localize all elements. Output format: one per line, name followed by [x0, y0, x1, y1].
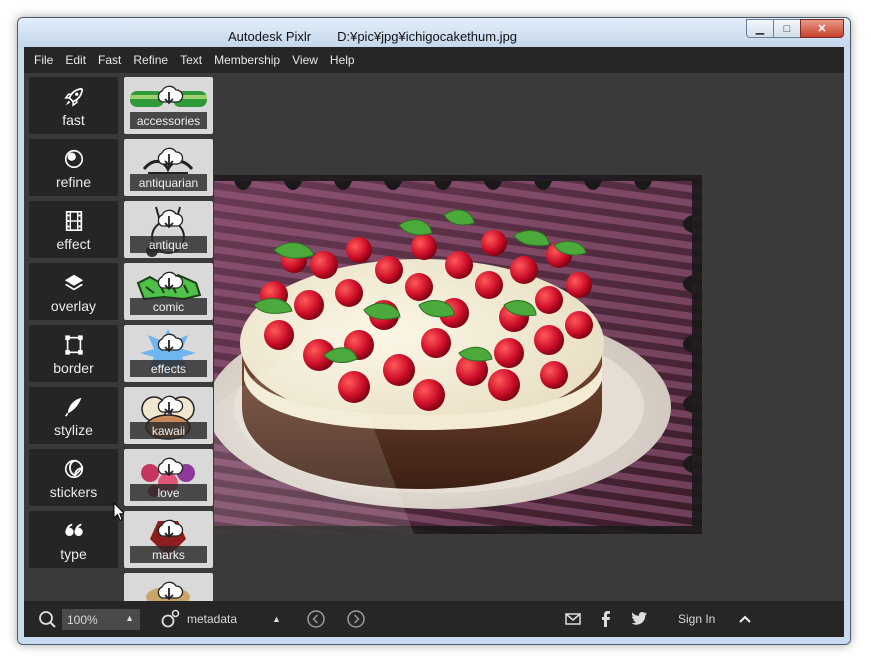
twitter-icon[interactable] — [630, 601, 648, 637]
sticker-pack-list: accessories antiquarian antique comic ef… — [124, 77, 213, 601]
sidebar-item-label: border — [53, 360, 94, 376]
sticker-icon — [64, 459, 83, 479]
cloud-download-icon — [157, 271, 184, 291]
mail-icon[interactable] — [564, 601, 582, 637]
minimize-button[interactable]: ▁ — [746, 19, 774, 38]
window-bottom-frame — [18, 637, 850, 644]
prev-circle-icon[interactable] — [306, 601, 326, 637]
sidebar-item-label: refine — [55, 174, 92, 190]
sidebar-item-effect[interactable]: effect — [29, 201, 118, 258]
menu-file[interactable]: File — [24, 53, 59, 67]
zoom-search-icon[interactable] — [38, 601, 56, 637]
metadata-icon[interactable] — [160, 601, 180, 637]
caret-up-icon: ▲ — [125, 613, 134, 623]
menu-help[interactable]: Help — [324, 53, 361, 67]
zoom-value: 100% — [67, 612, 98, 627]
layers-icon — [64, 274, 83, 291]
pack-label: marks — [130, 546, 207, 563]
next-circle-icon[interactable] — [346, 601, 366, 637]
pack-label: love — [130, 484, 207, 501]
cloud-download-icon — [157, 395, 184, 415]
menu-bar: File Edit Fast Refine Text Membership Vi… — [24, 47, 844, 73]
metadata-label[interactable]: metadata — [187, 601, 237, 637]
sidebar-item-label: stylize — [54, 422, 93, 438]
circles-icon — [64, 149, 83, 169]
sidebar-item-stickers[interactable]: stickers — [29, 449, 118, 506]
image-canvas[interactable] — [214, 175, 702, 534]
cloud-download-icon — [157, 85, 184, 105]
pack-label: comic — [130, 298, 207, 315]
close-button[interactable]: ✕ — [800, 19, 844, 38]
pack-label: accessories — [130, 112, 207, 129]
pack-marks[interactable]: marks — [124, 511, 213, 568]
sidebar-item-type[interactable]: type — [29, 511, 118, 568]
menu-view[interactable]: View — [286, 53, 324, 67]
pack-accessories[interactable]: accessories — [124, 77, 213, 134]
pack-label: antiquarian — [130, 174, 207, 191]
cloud-download-icon — [157, 209, 184, 229]
tool-sidebar: fast refine effect overlay border styliz… — [29, 77, 126, 573]
pack-label: kawaii — [130, 422, 207, 439]
menu-membership[interactable]: Membership — [208, 53, 286, 67]
border-frame-icon — [64, 335, 83, 355]
workspace: fast refine effect overlay border styliz… — [24, 73, 844, 601]
cloud-download-icon — [157, 581, 184, 601]
film-icon — [65, 211, 82, 231]
sidebar-item-label: overlay — [50, 298, 97, 314]
menu-fast[interactable]: Fast — [92, 53, 127, 67]
window-title: Autodesk Pixlr D:¥pic¥jpg¥ichigocakethum… — [228, 29, 518, 44]
feather-pen-icon — [64, 397, 81, 417]
pack-partial[interactable] — [124, 573, 213, 601]
cloud-download-icon — [157, 519, 184, 539]
sidebar-item-refine[interactable]: refine — [29, 139, 118, 196]
pack-antique[interactable]: antique — [124, 201, 213, 258]
caret-up-icon[interactable]: ▲ — [272, 601, 281, 637]
sidebar-item-border[interactable]: border — [29, 325, 118, 382]
rocket-icon — [63, 87, 83, 107]
cloud-download-icon — [157, 333, 184, 353]
pack-comic[interactable]: comic — [124, 263, 213, 320]
maximize-button[interactable]: □ — [773, 19, 801, 38]
menu-edit[interactable]: Edit — [59, 53, 92, 67]
sidebar-item-fast[interactable]: fast — [29, 77, 118, 134]
sidebar-item-label: effect — [56, 236, 91, 252]
menu-text[interactable]: Text — [174, 53, 208, 67]
cake-photo — [214, 175, 702, 534]
sidebar-item-label: fast — [62, 112, 85, 128]
sidebar-item-stylize[interactable]: stylize — [29, 387, 118, 444]
sign-in-link[interactable]: Sign In — [678, 601, 715, 637]
sidebar-item-overlay[interactable]: overlay — [29, 263, 118, 320]
menu-refine[interactable]: Refine — [127, 53, 174, 67]
pack-effects[interactable]: effects — [124, 325, 213, 382]
cloud-download-icon — [157, 457, 184, 477]
pack-label: antique — [130, 236, 207, 253]
status-bar: 100% ▲ metadata ▲ Sign In — [24, 601, 844, 637]
pack-love[interactable]: love — [124, 449, 213, 506]
zoom-select[interactable]: 100% ▲ — [62, 609, 140, 630]
title-bar[interactable]: Autodesk Pixlr D:¥pic¥jpg¥ichigocakethum… — [18, 18, 850, 47]
chevron-up-icon[interactable] — [738, 601, 752, 637]
pack-antiquarian[interactable]: antiquarian — [124, 139, 213, 196]
sidebar-item-label: type — [60, 546, 87, 562]
sidebar-item-label: stickers — [49, 484, 98, 500]
pack-label: effects — [130, 360, 207, 377]
cloud-download-icon — [157, 147, 184, 167]
app-window: Autodesk Pixlr D:¥pic¥jpg¥ichigocakethum… — [17, 17, 851, 645]
pack-kawaii[interactable]: kawaii — [124, 387, 213, 444]
facebook-icon[interactable] — [599, 601, 613, 637]
quote-icon — [64, 523, 83, 537]
window-controls: ▁ □ ✕ — [746, 19, 844, 38]
